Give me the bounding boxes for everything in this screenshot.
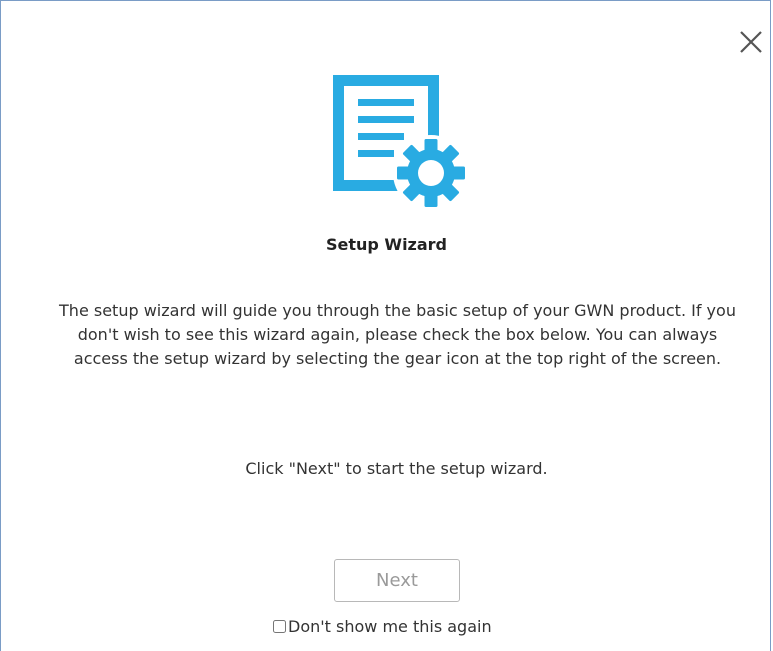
dont-show-again[interactable]: Don't show me this again	[273, 616, 492, 636]
close-button[interactable]	[738, 29, 764, 55]
document-gear-icon	[331, 73, 469, 211]
next-button[interactable]: Next	[334, 559, 460, 602]
dont-show-checkbox[interactable]	[273, 619, 286, 633]
setup-wizard-dialog: Setup Wizard The setup wizard will guide…	[0, 0, 771, 651]
wizard-description: The setup wizard will guide you through …	[59, 301, 736, 368]
dialog-title: Setup Wizard	[325, 235, 448, 254]
dont-show-label: Don't show me this again	[288, 616, 492, 636]
close-icon	[740, 31, 762, 53]
next-hint: Click "Next" to start the setup wizard.	[245, 459, 548, 478]
